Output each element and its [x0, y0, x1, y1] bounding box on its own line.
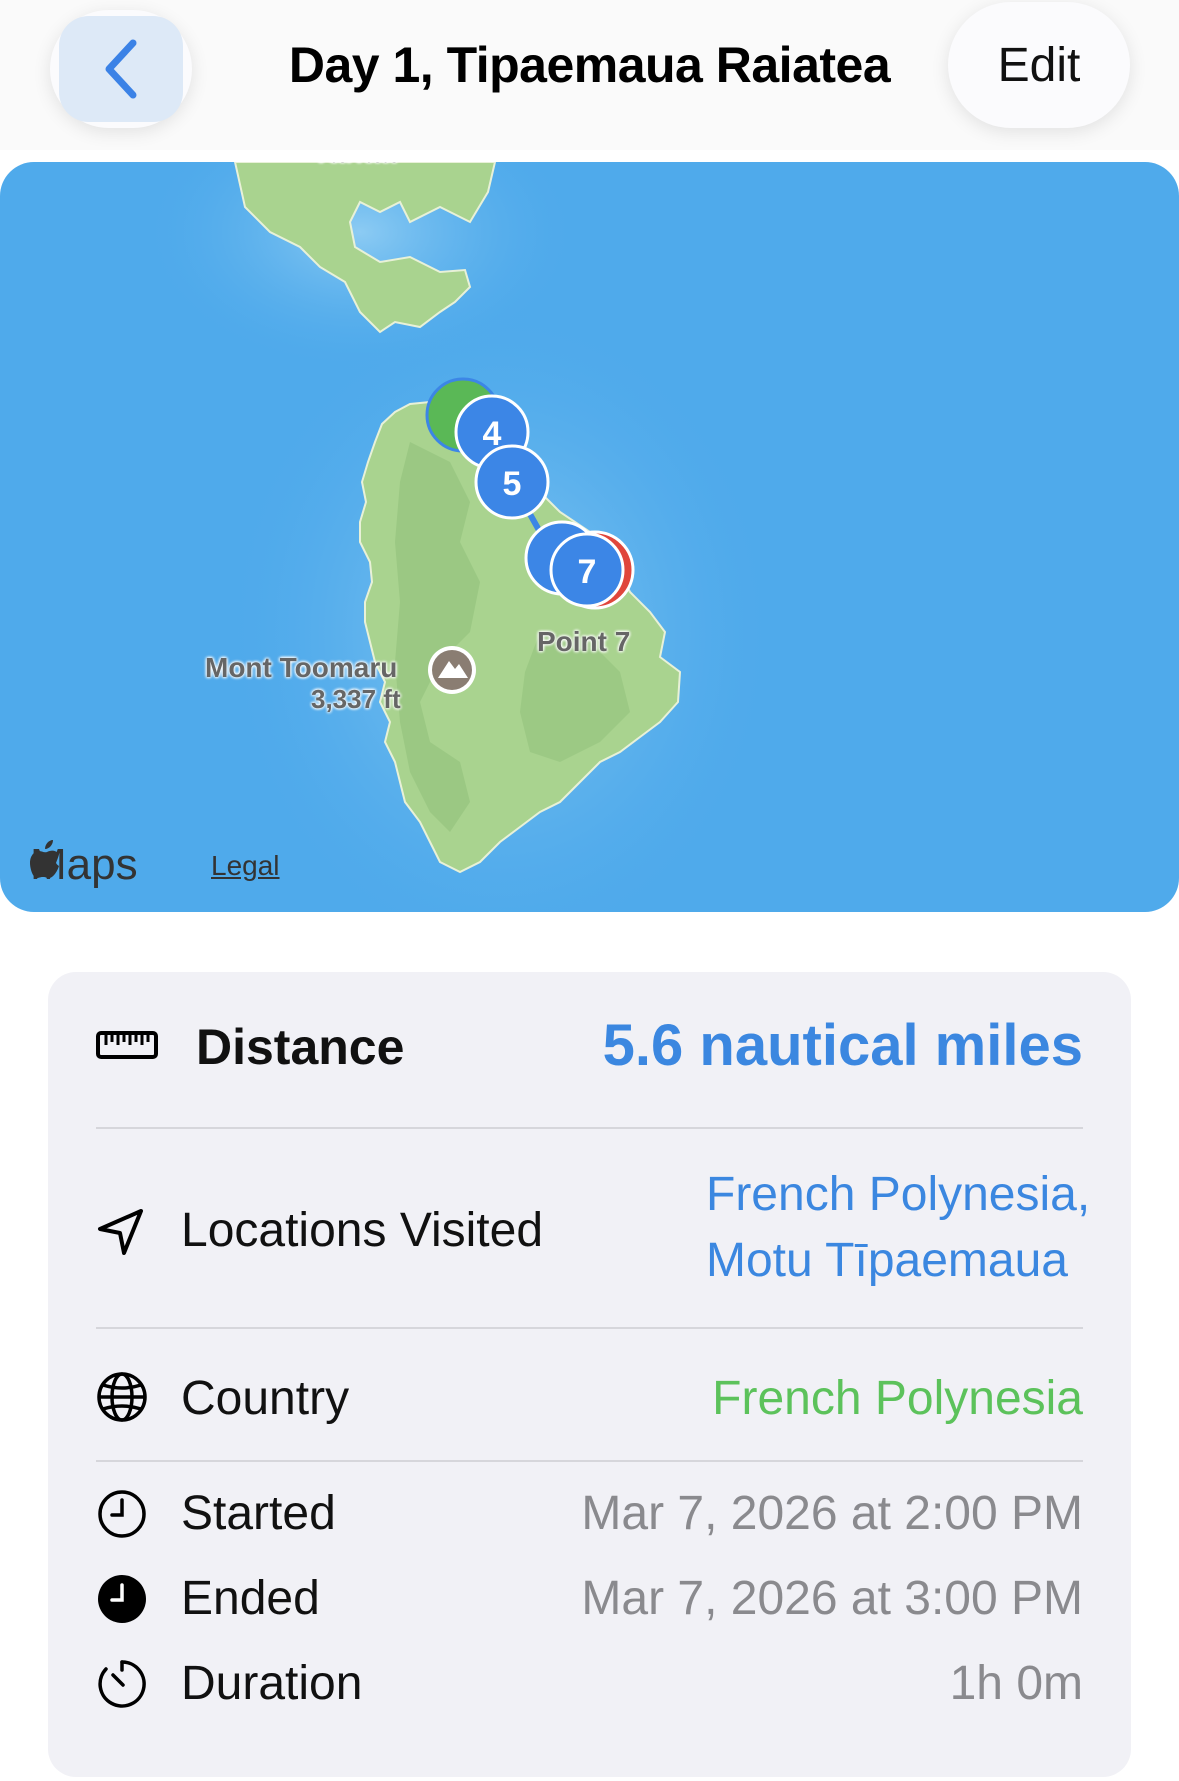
chevron-left-icon [105, 39, 137, 99]
apple-maps-logo: Maps [30, 840, 138, 890]
locations-label: Locations Visited [181, 1204, 544, 1257]
ended-value: Mar 7, 2026 at 3:00 PM [581, 1572, 1083, 1625]
ruler-icon [96, 1031, 158, 1059]
map-canvas: 4 5 7 [140, 162, 780, 912]
started-label: Started [181, 1487, 336, 1540]
ended-row: Ended Mar 7, 2026 at 3:00 PM [96, 1557, 1083, 1637]
country-row[interactable]: Country French Polynesia [96, 1329, 1083, 1459]
map-label-tahaa: Tahaa [312, 162, 396, 170]
globe-icon [97, 1372, 147, 1422]
locations-value-line1[interactable]: French Polynesia, [706, 1167, 1090, 1222]
apple-logo-icon [30, 840, 59, 878]
trip-details-card: Distance 5.6 nautical miles Locations Vi… [48, 972, 1131, 1777]
clock-icon [98, 1490, 146, 1538]
ended-label: Ended [181, 1572, 320, 1625]
duration-value: 1h 0m [949, 1657, 1083, 1710]
divider [96, 1460, 1083, 1462]
distance-row: Distance 5.6 nautical miles [96, 972, 1083, 1122]
locations-row[interactable]: Locations Visited French Polynesia, Motu… [96, 1129, 1090, 1327]
route-map[interactable]: 4 5 7 Tahaa Point 7 Mont Toomaru 3,337 f… [0, 162, 1179, 912]
edit-button[interactable]: Edit [948, 2, 1130, 128]
clock-filled-icon [98, 1575, 146, 1623]
distance-label: Distance [196, 1019, 405, 1075]
duration-label: Duration [181, 1657, 363, 1710]
map-label-point-7: Point 7 [537, 626, 631, 657]
back-button[interactable] [50, 10, 192, 128]
page-title: Day 1, Tipaemaua Raiatea [288, 37, 891, 93]
timer-icon [98, 1660, 146, 1708]
country-label: Country [181, 1372, 350, 1425]
distance-value: 5.6 nautical miles [602, 1013, 1083, 1078]
pin-label-5: 5 [503, 465, 522, 503]
location-arrow-icon [98, 1209, 143, 1255]
legal-link[interactable]: Legal [211, 850, 280, 882]
duration-row: Duration 1h 0m [96, 1642, 1083, 1722]
navigation-bar: Day 1, Tipaemaua Raiatea Edit [0, 0, 1179, 150]
pin-label-7: 7 [578, 553, 597, 591]
map-label-elevation: 3,337 ft [311, 684, 401, 714]
back-button-highlight[interactable] [59, 16, 183, 122]
pin-label-4: 4 [483, 415, 502, 453]
started-value: Mar 7, 2026 at 2:00 PM [581, 1487, 1083, 1540]
locations-value-line2[interactable]: Motu Tīpaemaua [706, 1233, 1068, 1288]
map-label-mountain: Mont Toomaru [205, 652, 398, 683]
started-row: Started Mar 7, 2026 at 2:00 PM [96, 1472, 1083, 1552]
country-value[interactable]: French Polynesia [712, 1371, 1083, 1426]
